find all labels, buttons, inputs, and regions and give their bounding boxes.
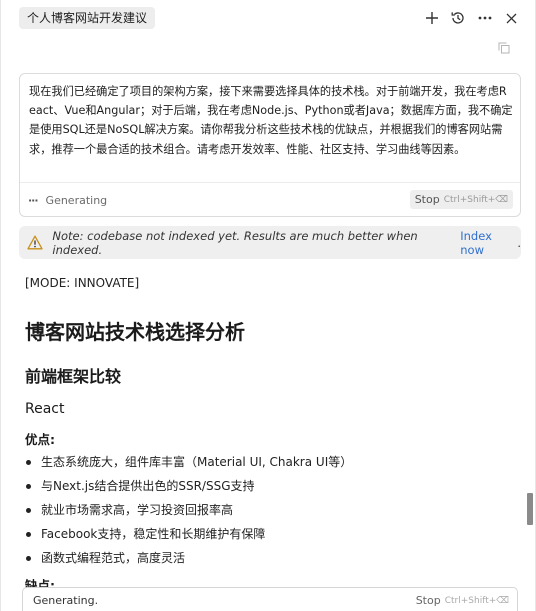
- response-title: 博客网站技术栈选择分析: [25, 320, 245, 344]
- plus-icon[interactable]: [422, 8, 442, 28]
- history-icon[interactable]: [448, 8, 468, 28]
- more-icon[interactable]: [475, 8, 495, 28]
- bottom-generating-label: Generating.: [33, 594, 99, 607]
- user-prompt-text: 现在我们已经确定了项目的架构方案，接下来需要选择具体的技术栈。对于前端开发，我在…: [29, 85, 513, 156]
- copy-icon[interactable]: [496, 40, 512, 56]
- list-item: 生态系统庞大，组件库丰富（Material UI, Chakra UI等）: [25, 450, 352, 474]
- loading-dots-icon: ···: [28, 193, 39, 207]
- bottom-stop-shortcut: Ctrl+Shift+⌫: [444, 595, 509, 606]
- list-item: 函数式编程范式，高度灵活: [25, 546, 352, 570]
- generating-label: Generating: [45, 193, 108, 207]
- index-notice: Note: codebase not indexed yet. Results …: [19, 226, 521, 259]
- warning-icon: [27, 234, 44, 252]
- bottom-stop-label: Stop: [415, 594, 441, 607]
- pros-list: 生态系统庞大，组件库丰富（Material UI, Chakra UI等） 与N…: [25, 450, 352, 570]
- scrollbar-thumb[interactable]: [527, 493, 533, 525]
- bottom-stop-button[interactable]: Stop Ctrl+Shift+⌫: [416, 594, 509, 607]
- generating-status: ··· Generating: [28, 192, 107, 208]
- stop-button[interactable]: Stop Ctrl+Shift+⌫: [409, 190, 513, 209]
- pros-label: 优点:: [25, 432, 55, 447]
- user-prompt-card: 现在我们已经确定了项目的架构方案，接下来需要选择具体的技术栈。对于前端开发，我在…: [19, 73, 521, 217]
- index-now-link[interactable]: Index now: [460, 229, 517, 257]
- list-item: 就业市场需求高，学习投资回报率高: [25, 498, 352, 522]
- notice-text: Note: codebase not indexed yet. Results …: [52, 228, 418, 257]
- chat-input-bar[interactable]: Generating. Stop Ctrl+Shift+⌫: [22, 587, 518, 611]
- section-heading: 前端框架比较: [25, 367, 122, 386]
- close-icon[interactable]: [501, 8, 521, 28]
- stop-label: Stop: [414, 193, 440, 206]
- list-item: Facebook支持，稳定性和长期维护有保障: [25, 522, 352, 546]
- chat-header: 个人博客网站开发建议: [1, 0, 535, 36]
- list-item: 与Next.js结合提供出色的SSR/SSG支持: [25, 474, 352, 498]
- chat-panel: 个人博客网站开发建议 现在我们已经确定了项目的架构方案，接下来需要选择具体的技术…: [0, 0, 536, 611]
- notice-suffix: .: [517, 235, 521, 250]
- mode-label: [MODE: INNOVATE]: [25, 276, 140, 290]
- divider: [20, 182, 520, 183]
- stop-shortcut: Ctrl+Shift+⌫: [443, 194, 508, 205]
- framework-heading: React: [25, 401, 65, 417]
- chat-title-tab[interactable]: 个人博客网站开发建议: [19, 7, 156, 29]
